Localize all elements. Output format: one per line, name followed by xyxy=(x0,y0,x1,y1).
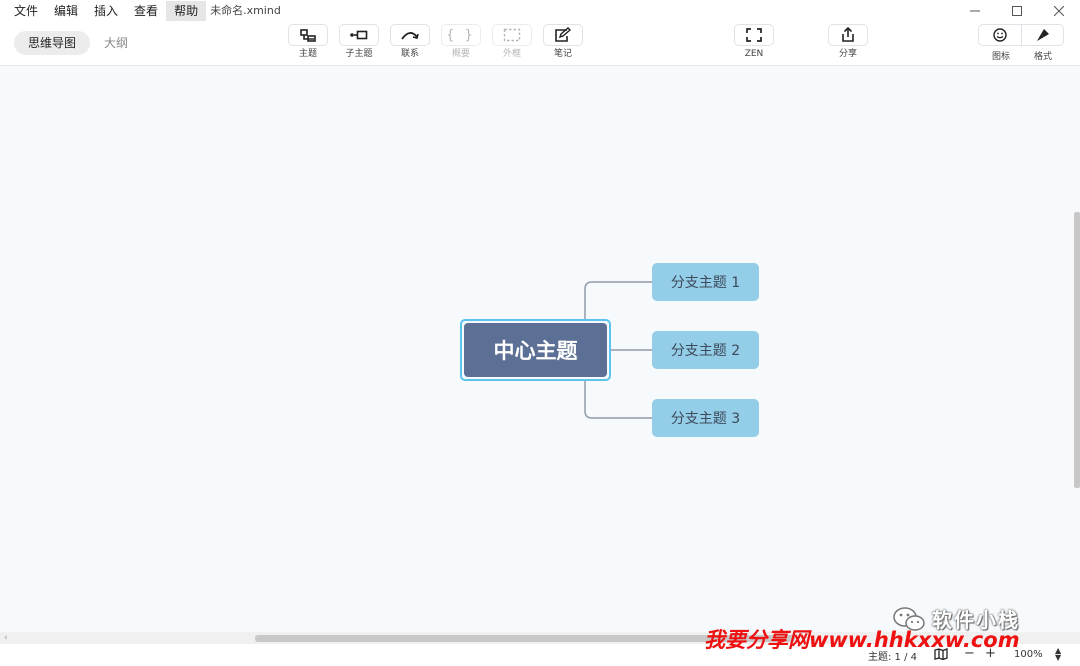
zoom-stepper[interactable]: ▲ ▼ xyxy=(1055,647,1062,662)
branch-topic-3[interactable]: 分支主题 3 xyxy=(652,399,759,437)
site-watermark: 我要分享网www.hhkxxw.com xyxy=(704,628,1020,652)
central-topic-label: 中心主题 xyxy=(464,323,607,377)
vertical-scrollbar[interactable] xyxy=(1074,212,1080,488)
scroll-left-arrow-icon[interactable]: ‹ xyxy=(4,632,8,644)
branch-topic-2[interactable]: 分支主题 2 xyxy=(652,331,759,369)
chevron-down-icon: ▼ xyxy=(1055,653,1062,662)
central-topic[interactable]: 中心主题 xyxy=(460,319,611,381)
connector-branch-3 xyxy=(584,381,652,419)
branch-topic-1[interactable]: 分支主题 1 xyxy=(652,263,759,301)
connector-branch-1 xyxy=(584,281,652,319)
